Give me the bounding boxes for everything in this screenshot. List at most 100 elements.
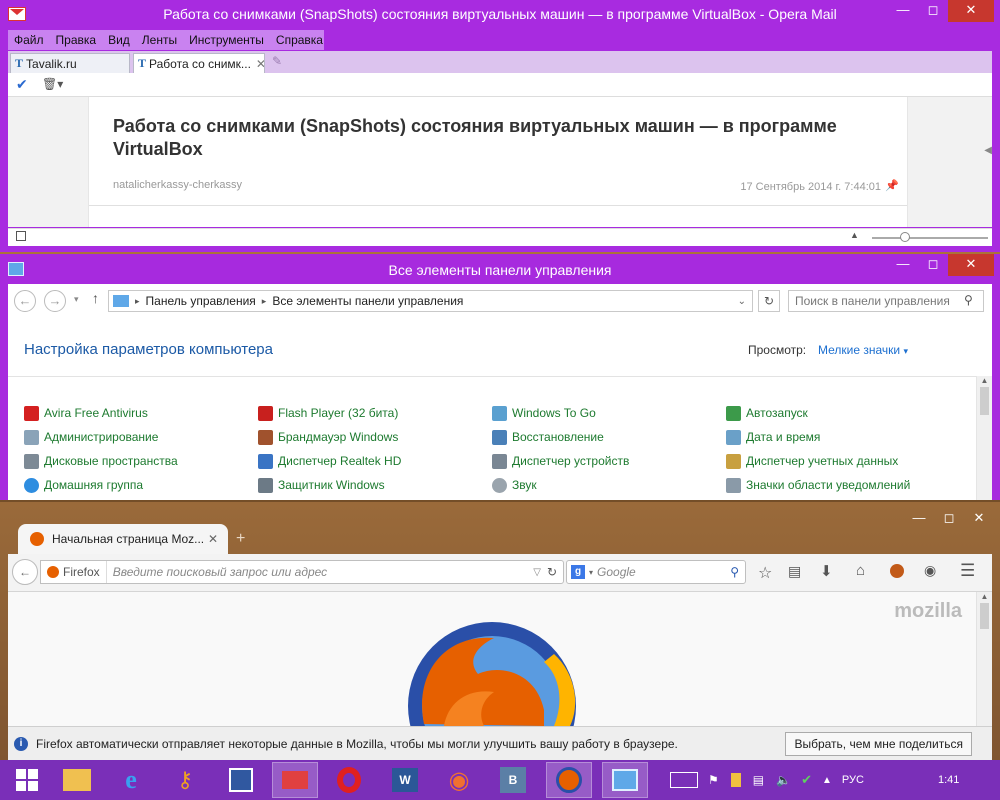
downloads-icon[interactable]: ⬇ (820, 562, 833, 580)
cp-item-autoplay[interactable]: Автозапуск (726, 404, 808, 422)
cp-item-notification-icons[interactable]: Значки области уведомлений (726, 476, 910, 494)
maximize-button[interactable]: ◻ (918, 0, 948, 22)
cp-item-device-manager[interactable]: Диспетчер устройств (492, 452, 629, 470)
forward-button[interactable]: → (44, 290, 66, 312)
taskbar-clock[interactable]: 1:41 (938, 760, 959, 800)
close-button[interactable]: ✕ (948, 0, 994, 22)
menu-file[interactable]: Файл (8, 33, 50, 47)
url-bar[interactable]: Firefox Введите поисковый запрос или адр… (40, 560, 564, 584)
search-input[interactable]: Google (597, 565, 636, 579)
identity-box[interactable]: Firefox (41, 561, 107, 583)
back-button[interactable]: ← (14, 290, 36, 312)
article-title[interactable]: Работа со снимками (SnapShots) состояния… (113, 115, 893, 161)
pin-icon[interactable]: 📌 (885, 179, 899, 192)
tab-tavalik[interactable]: T Tavalik.ru (10, 53, 130, 73)
breadcrumb-chevron-icon[interactable]: ▸ (262, 296, 267, 307)
recent-dropdown-icon[interactable]: ▾ (74, 294, 79, 305)
taskbar-explorer[interactable] (54, 762, 100, 798)
cp-item-windows-to-go[interactable]: Windows To Go (492, 404, 596, 422)
minimize-button[interactable]: — (888, 254, 918, 276)
breadcrumb-chevron-icon[interactable]: ▸ (135, 296, 140, 307)
home-icon[interactable]: ⌂ (856, 562, 865, 579)
bookmark-star-icon[interactable]: ☆ (758, 563, 772, 583)
tab-snapshots-article[interactable]: T Работа со снимк... ✕ (133, 53, 265, 73)
tray-overflow-icon[interactable]: ▲ (822, 775, 832, 786)
menu-edit[interactable]: Правка (50, 33, 103, 47)
back-button[interactable]: ← (12, 559, 38, 585)
scroll-up-icon[interactable]: ▲ (977, 376, 992, 385)
checkmark-icon[interactable]: ✔ (16, 76, 28, 93)
cp-item-firewall[interactable]: Брандмауэр Windows (258, 428, 398, 446)
vertical-scrollbar[interactable]: ▲ (976, 376, 992, 500)
view-mode-dropdown[interactable]: Мелкие значки ▾ (818, 343, 908, 357)
cp-item-flash-player[interactable]: Flash Player (32 бита) (258, 404, 398, 422)
minimize-button[interactable]: — (888, 0, 918, 22)
url-input[interactable]: Введите поисковый запрос или адрес (107, 565, 327, 579)
trash-icon[interactable]: 🗑▾ (42, 77, 63, 91)
panel-toggle-icon[interactable] (16, 231, 26, 241)
addon-icon[interactable] (890, 564, 904, 578)
collapse-arrow-icon[interactable]: ◀ (984, 145, 992, 156)
menu-help[interactable]: Справка (270, 33, 329, 47)
scroll-up-icon[interactable]: ▲ (977, 592, 992, 601)
taskbar-control-panel[interactable] (602, 762, 648, 798)
scroll-up-icon[interactable]: ▲ (850, 230, 859, 240)
taskbar-save-app[interactable] (218, 762, 264, 798)
chevron-down-icon[interactable]: ▾ (589, 568, 593, 577)
taskbar-keys-app[interactable]: ⚷ (162, 762, 208, 798)
breadcrumb-control-panel[interactable]: Панель управления (146, 294, 256, 308)
flag-icon[interactable]: ⚑ (708, 773, 719, 787)
input-language[interactable]: РУС (842, 774, 864, 786)
taskbar-vk[interactable]: В (490, 762, 536, 798)
taskbar-word[interactable]: W (382, 762, 428, 798)
menu-view[interactable]: Вид (102, 33, 136, 47)
cp-item-administration[interactable]: Администрирование (24, 428, 158, 446)
minimize-button[interactable]: — (904, 508, 934, 530)
web-search-bar[interactable]: g ▾ Google ⚲ (566, 560, 746, 584)
menu-feeds[interactable]: Ленты (136, 33, 183, 47)
zoom-slider[interactable] (872, 237, 988, 239)
tab-close-icon[interactable]: ✕ (208, 532, 218, 546)
tab-close-icon[interactable]: ✕ (256, 57, 264, 71)
chevron-down-icon[interactable]: ▽ (533, 567, 541, 578)
taskbar-viewer-app[interactable]: ◉ (436, 762, 482, 798)
vertical-scrollbar[interactable]: ▲ (976, 592, 992, 726)
up-arrow-icon[interactable]: ↑ (92, 290, 99, 306)
address-bar[interactable]: ▸ Панель управления ▸ Все элементы панел… (108, 290, 753, 312)
search-icon[interactable]: ⚲ (730, 565, 739, 579)
taskbar-firefox[interactable] (546, 762, 592, 798)
cp-item-realtek[interactable]: Диспетчер Realtek HD (258, 452, 401, 470)
cp-item-homegroup[interactable]: Домашняя группа (24, 476, 143, 494)
extension-icon[interactable]: ◉ (924, 562, 936, 579)
control-panel-search[interactable]: Поиск в панели управления (788, 290, 984, 312)
maximize-button[interactable]: ◻ (918, 254, 948, 276)
cp-item-defender[interactable]: Защитник Windows (258, 476, 385, 494)
breadcrumb-all-items[interactable]: Все элементы панели управления (272, 294, 463, 308)
battery-icon[interactable] (730, 773, 741, 787)
close-button[interactable]: ✕ (948, 254, 994, 276)
firefox-tab-start-page[interactable]: Начальная страница Moz... ✕ (18, 524, 228, 554)
bookmarks-menu-icon[interactable]: ▤ (788, 563, 801, 580)
start-button[interactable] (4, 762, 50, 798)
cp-item-storage-spaces[interactable]: Дисковые пространства (24, 452, 178, 470)
close-button[interactable]: ✕ (964, 508, 994, 530)
refresh-button[interactable]: ↻ (758, 290, 780, 312)
scrollbar-thumb[interactable] (980, 387, 989, 415)
menu-tools[interactable]: Инструменты (183, 33, 270, 47)
update-icon[interactable]: ✔ (801, 772, 812, 788)
maximize-button[interactable]: ◻ (934, 508, 964, 530)
cp-item-sound[interactable]: Звук (492, 476, 537, 494)
zoom-slider-handle[interactable] (900, 232, 910, 242)
taskbar-internet-explorer[interactable]: e (108, 762, 154, 798)
cp-item-recovery[interactable]: Восстановление (492, 428, 604, 446)
reload-icon[interactable]: ↻ (547, 565, 557, 579)
opera-titlebar[interactable]: Работа со снимками (SnapShots) состояния… (0, 0, 1000, 30)
new-tab-button[interactable]: + (236, 530, 245, 548)
choose-data-button[interactable]: Выбрать, чем мне поделиться (785, 732, 972, 756)
chevron-down-icon[interactable]: ⌄ (738, 296, 746, 307)
cp-item-credential-manager[interactable]: Диспетчер учетных данных (726, 452, 898, 470)
scrollbar-thumb[interactable] (980, 603, 989, 629)
volume-icon[interactable]: 🔈 (776, 773, 791, 787)
google-icon[interactable]: g (571, 565, 585, 579)
search-icon[interactable]: ⚲ (964, 293, 973, 307)
